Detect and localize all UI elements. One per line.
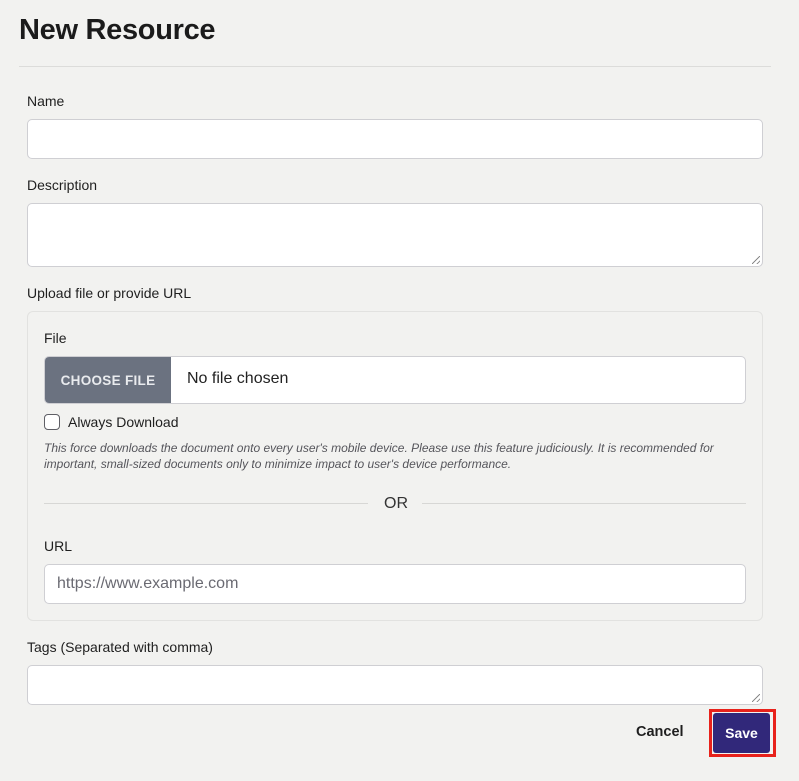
url-input[interactable] bbox=[44, 564, 746, 604]
tags-textarea[interactable] bbox=[27, 665, 763, 705]
name-label: Name bbox=[27, 93, 65, 109]
choose-file-button[interactable]: CHOOSE FILE bbox=[45, 357, 171, 403]
save-button[interactable]: Save bbox=[713, 713, 770, 753]
file-label: File bbox=[44, 330, 67, 346]
description-label: Description bbox=[27, 177, 98, 193]
always-download-help-text: This force downloads the document onto e… bbox=[44, 441, 714, 471]
or-separator-text: OR bbox=[384, 495, 408, 512]
name-input[interactable] bbox=[27, 119, 763, 159]
title-divider bbox=[19, 66, 771, 67]
always-download-checkbox[interactable] bbox=[44, 414, 60, 430]
page-title: New Resource bbox=[19, 14, 216, 46]
cancel-button[interactable]: Cancel bbox=[636, 724, 684, 740]
file-status-text: No file chosen bbox=[187, 370, 289, 387]
resize-handle-icon[interactable] bbox=[752, 694, 760, 702]
always-download-label[interactable]: Always Download bbox=[68, 414, 179, 430]
description-textarea[interactable] bbox=[27, 203, 763, 267]
tags-label: Tags (Separated with comma) bbox=[27, 639, 213, 655]
url-label: URL bbox=[44, 538, 73, 554]
resize-handle-icon[interactable] bbox=[752, 256, 760, 264]
or-divider-right bbox=[422, 503, 746, 504]
file-input[interactable]: CHOOSE FILE No file chosen bbox=[44, 356, 746, 404]
upload-section-label: Upload file or provide URL bbox=[27, 285, 192, 301]
or-divider-left bbox=[44, 503, 368, 504]
